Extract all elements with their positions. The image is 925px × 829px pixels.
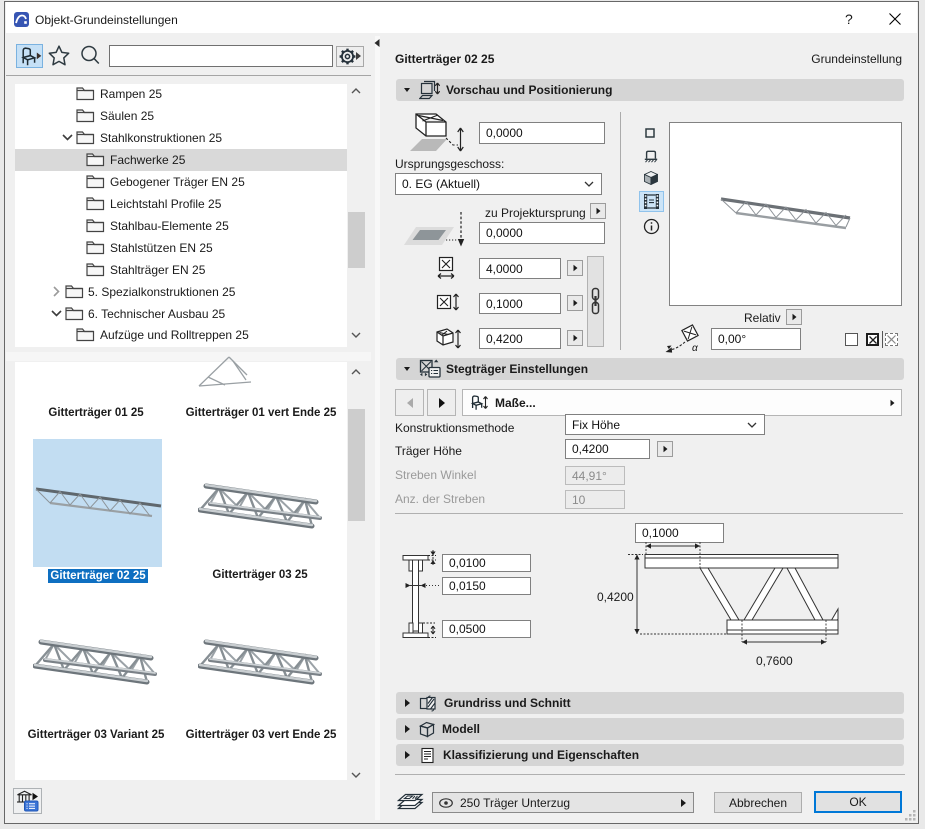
svg-text:α: α	[692, 343, 698, 354]
